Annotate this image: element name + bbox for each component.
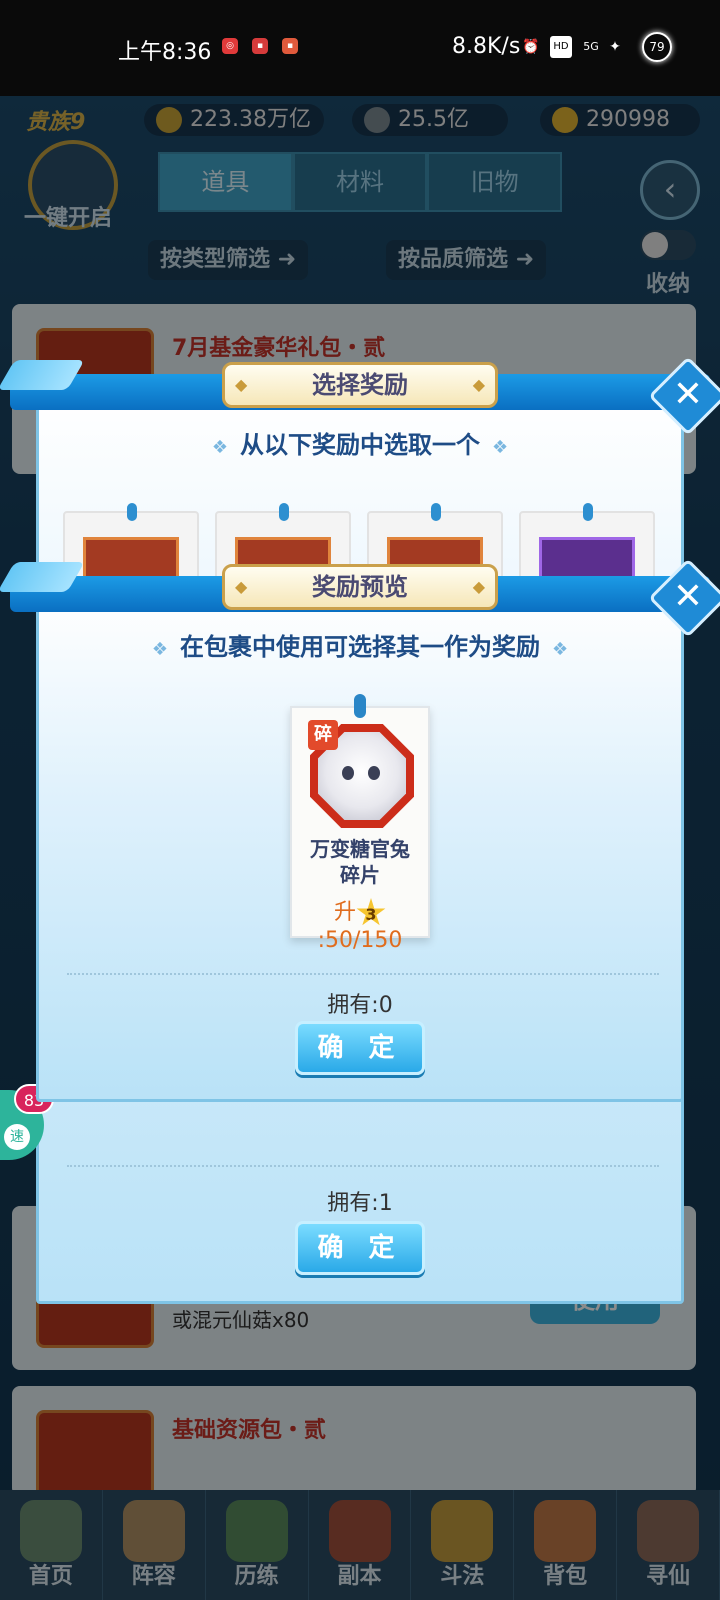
close-icon: ✕ bbox=[672, 374, 704, 415]
alarm-icon: ⏰ bbox=[522, 39, 540, 55]
notification-icon: ▪ bbox=[282, 38, 298, 54]
signal-icon: 5G bbox=[583, 40, 599, 53]
choose-reward-subtitle: ❖ 从以下奖励中选取一个 ❖ bbox=[211, 431, 509, 459]
owned-count: 拥有:0 bbox=[327, 993, 393, 1018]
pin-icon bbox=[354, 694, 366, 718]
battery-indicator: 79 bbox=[642, 32, 672, 62]
notification-icon: ▪ bbox=[252, 38, 268, 54]
item-name: 万变糖官兔 碎片 bbox=[310, 837, 410, 887]
confirm-button[interactable]: 确 定 bbox=[295, 1021, 425, 1075]
fragment-tag: 碎 bbox=[308, 720, 338, 750]
hd-icon: HD bbox=[550, 36, 572, 58]
speed-label: 速 bbox=[4, 1124, 30, 1150]
reward-item-card[interactable]: 碎 万变糖官兔 碎片 升 3:50/150 bbox=[290, 694, 430, 953]
divider bbox=[67, 1165, 659, 1167]
network-speed: 8.8K/s bbox=[452, 34, 521, 59]
reward-option[interactable] bbox=[519, 503, 655, 583]
reward-option[interactable] bbox=[63, 503, 199, 583]
close-icon: ✕ bbox=[672, 576, 704, 617]
notification-icon: ◎ bbox=[222, 38, 238, 54]
owned-count: 拥有:1 bbox=[327, 1191, 393, 1216]
rabbit-portrait-icon: 碎 bbox=[308, 720, 414, 828]
choose-reward-title: 选择奖励 bbox=[222, 362, 498, 408]
star-icon: 3 bbox=[356, 898, 386, 926]
sparkle-icon: ✦ bbox=[609, 39, 621, 55]
reward-preview-title: 奖励预览 bbox=[222, 564, 498, 610]
upgrade-progress: 升 3:50/150 bbox=[317, 898, 403, 953]
divider bbox=[67, 973, 659, 975]
confirm-button[interactable]: 确 定 bbox=[295, 1221, 425, 1275]
status-bar: 上午8:36 ◎ ▪ ▪ 8.8K/s ⏰ HD 5G ✦ 79 bbox=[0, 0, 720, 96]
status-time: 上午8:36 bbox=[118, 40, 212, 65]
reward-preview-subtitle: ❖ 在包裹中使用可选择其一作为奖励 ❖ bbox=[151, 633, 569, 661]
